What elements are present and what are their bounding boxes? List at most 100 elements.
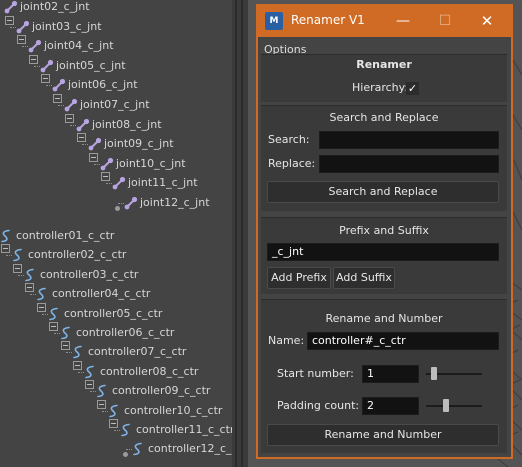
joint-icon: [40, 59, 54, 73]
padding-count-input[interactable]: 2: [362, 397, 419, 415]
outliner-item[interactable]: controller10_c_ctr: [0, 399, 232, 420]
outliner-item-label: joint05_c_jnt: [56, 58, 126, 72]
outliner-item[interactable]: controller11_c_ctr: [0, 419, 232, 439]
tree-connector: [46, 85, 52, 87]
outliner-item[interactable]: controller04_c_ctr: [0, 283, 232, 303]
start-number-slider[interactable]: [430, 367, 437, 380]
prefix-suffix-input[interactable]: _c_jnt: [267, 243, 499, 261]
tree-connector: [82, 144, 88, 146]
expand-collapse-toggle[interactable]: [1, 244, 10, 254]
expand-collapse-toggle[interactable]: [13, 263, 22, 273]
outliner-item-label: joint11_c_jnt: [128, 176, 198, 190]
hierarchy-checkbox[interactable]: ✓: [406, 82, 419, 95]
start-number-label: Start number:: [277, 367, 354, 380]
nurbs-curve-icon: [72, 345, 84, 359]
padding-count-slider-track: [426, 405, 482, 407]
outliner-item[interactable]: joint12_c_jnt: [0, 194, 232, 212]
joint-icon: [88, 137, 102, 151]
expand-collapse-toggle[interactable]: [65, 113, 74, 123]
prefix-suffix-section: Prefix and Suffix _c_jnt Add Prefix Add …: [261, 217, 507, 294]
outliner-item[interactable]: joint06_c_jnt: [0, 74, 232, 94]
expand-collapse-toggle[interactable]: [17, 35, 26, 45]
name-label: Name:: [268, 334, 305, 347]
tree-connector: [102, 410, 108, 412]
splitter-line: [241, 0, 243, 467]
window-content: Options Renamer Hierarchy: ✓ Search and …: [258, 37, 511, 457]
add-suffix-button[interactable]: Add Suffix: [333, 267, 395, 289]
outliner-item[interactable]: controller01_c_ctr: [0, 227, 232, 245]
outliner-item[interactable]: controller09_c_ctr: [0, 380, 232, 400]
rename-number-button[interactable]: Rename and Number: [267, 424, 499, 446]
title-bar[interactable]: M Renamer V1 — ☐ ✕: [257, 5, 512, 37]
outliner-item[interactable]: joint03_c_jnt: [0, 15, 232, 36]
joint-icon: [100, 157, 114, 171]
start-number-input[interactable]: 1: [362, 365, 419, 383]
outliner-item-label: joint03_c_jnt: [32, 19, 102, 33]
outliner-item[interactable]: controller03_c_ctr: [0, 263, 232, 284]
expand-collapse-toggle[interactable]: [89, 152, 98, 162]
outliner-item-label: controller06_c_ctr: [76, 326, 175, 339]
outliner-item[interactable]: controller06_c_ctr: [0, 322, 232, 342]
expand-collapse-toggle[interactable]: [61, 341, 70, 351]
expand-collapse-toggle[interactable]: [85, 380, 94, 390]
tree-connector: [34, 65, 40, 67]
outliner-item[interactable]: joint02_c_jnt: [0, 0, 232, 16]
outliner-item[interactable]: joint04_c_jnt: [0, 35, 232, 55]
expand-collapse-toggle[interactable]: [73, 360, 82, 370]
search-replace-section: Search and Replace Search: Replace: Sear…: [261, 105, 507, 211]
outliner-item[interactable]: joint05_c_jnt: [0, 54, 232, 75]
panel-splitter[interactable]: [232, 0, 248, 467]
tree-connector: [126, 449, 132, 451]
outliner-item[interactable]: controller05_c_ctr: [0, 302, 232, 323]
outliner-item[interactable]: controller07_c_ctr: [0, 341, 232, 361]
joint-icon: [28, 39, 42, 53]
tree-connector: [6, 255, 12, 257]
padding-count-label: Padding count:: [277, 399, 360, 412]
expand-collapse-toggle[interactable]: [5, 15, 14, 25]
app-icon: M: [265, 12, 283, 30]
outliner-item-label: joint10_c_jnt: [116, 156, 186, 170]
expand-collapse-toggle[interactable]: [101, 172, 110, 182]
expand-collapse-toggle[interactable]: [77, 133, 86, 143]
outliner-item-label: controller03_c_ctr: [40, 267, 139, 281]
add-prefix-button[interactable]: Add Prefix: [267, 267, 331, 289]
expand-collapse-toggle[interactable]: [37, 302, 46, 312]
search-label: Search:: [268, 133, 310, 146]
tree-connector: [78, 371, 84, 373]
replace-input[interactable]: [319, 155, 499, 173]
nurbs-curve-icon: [60, 326, 72, 340]
search-input[interactable]: [319, 131, 499, 149]
rename-number-section: Rename and Number Name: controller#_c_ct…: [261, 299, 507, 453]
outliner-item-label: joint09_c_jnt: [104, 137, 174, 151]
outliner-item[interactable]: controller02_c_ctr: [0, 244, 232, 264]
expand-collapse-toggle[interactable]: [53, 94, 62, 103]
outliner-item[interactable]: joint09_c_jnt: [0, 133, 232, 153]
joint-icon: [52, 78, 66, 92]
outliner-item[interactable]: controller08_c_ctr: [0, 360, 232, 381]
expand-collapse-toggle[interactable]: [49, 322, 58, 331]
nurbs-curve-icon: [24, 268, 36, 282]
expand-collapse-toggle[interactable]: [29, 54, 38, 64]
outliner-item[interactable]: joint08_c_jnt: [0, 113, 232, 134]
outliner-item[interactable]: joint10_c_jnt: [0, 152, 232, 173]
expand-collapse-toggle[interactable]: [97, 399, 106, 409]
search-replace-button[interactable]: Search and Replace: [267, 181, 499, 203]
name-input[interactable]: controller#_c_ctr: [307, 332, 499, 350]
expand-collapse-toggle[interactable]: [109, 419, 118, 428]
outliner-item-label: controller07_c_ctr: [88, 345, 187, 359]
nurbs-curve-icon: [84, 365, 96, 379]
expand-collapse-toggle[interactable]: [25, 283, 34, 293]
outliner-panel: joint02_c_jnt joint03_c_jnt joint04_c_jntj…: [0, 0, 232, 467]
expand-collapse-toggle[interactable]: [41, 74, 50, 84]
outliner-item[interactable]: joint11_c_jnt: [0, 172, 232, 192]
tree-connector: [106, 183, 112, 185]
padding-count-slider[interactable]: [442, 399, 449, 412]
minimize-button[interactable]: —: [383, 5, 423, 37]
outliner-item[interactable]: joint07_c_jnt: [0, 94, 232, 114]
tree-connector: [10, 26, 16, 28]
outliner-item-label: joint02_c_jnt: [20, 0, 90, 13]
close-button[interactable]: ✕: [467, 5, 507, 37]
outliner-item-label: joint12_c_jnt: [140, 196, 210, 209]
outliner-item[interactable]: controller12_c_ctr: [0, 440, 232, 458]
maximize-button[interactable]: ☐: [425, 5, 465, 37]
